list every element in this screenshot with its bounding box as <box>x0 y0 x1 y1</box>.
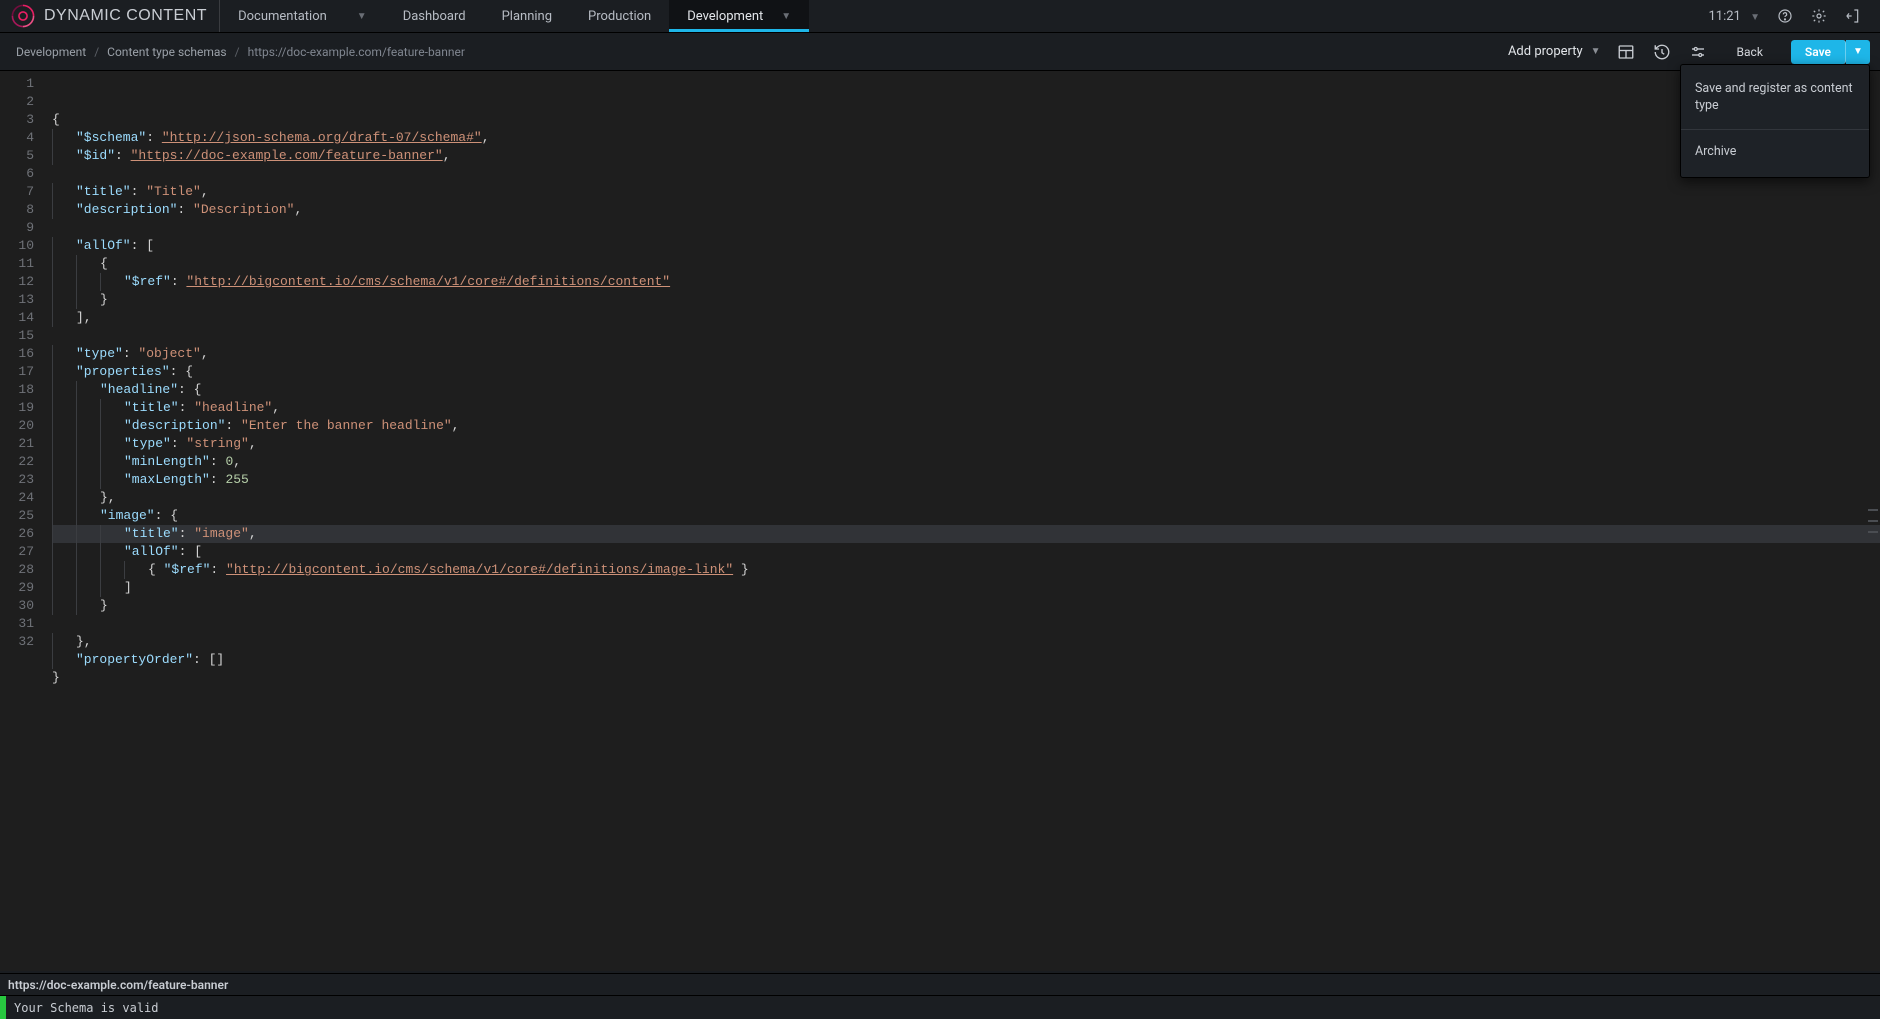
logout-icon[interactable] <box>1844 7 1862 25</box>
history-icon[interactable] <box>1651 41 1673 63</box>
save-dropdown-toggle[interactable]: ▼ <box>1846 40 1870 64</box>
panel-resize-handle[interactable] <box>1868 509 1878 533</box>
breadcrumb-development[interactable]: Development <box>16 45 86 59</box>
help-icon[interactable] <box>1776 7 1794 25</box>
status-message: Your Schema is valid <box>14 1001 159 1015</box>
back-button[interactable]: Back <box>1723 40 1777 64</box>
save-menu-register[interactable]: Save and register as content type <box>1681 71 1869 125</box>
breadcrumb: Development / Content type schemas / htt… <box>16 45 465 59</box>
code-editor[interactable]: 1234567891011121314151617181920212223242… <box>0 71 1880 971</box>
save-button[interactable]: Save <box>1791 40 1846 64</box>
breadcrumb-sep: / <box>94 45 99 59</box>
tab-dashboard[interactable]: Dashboard <box>385 0 484 32</box>
chevron-down-icon: ▼ <box>1591 46 1601 57</box>
tab-production[interactable]: Production <box>570 0 669 32</box>
settings-sliders-icon[interactable] <box>1687 41 1709 63</box>
add-property-dropdown[interactable]: Add property ▼ <box>1508 44 1601 59</box>
chevron-down-icon: ▼ <box>357 11 367 22</box>
add-property-label: Add property <box>1508 44 1583 59</box>
status-bar-validation: Your Schema is valid <box>0 995 1880 1019</box>
brand-name: DYNAMIC CONTENT <box>44 7 207 25</box>
save-menu-archive[interactable]: Archive <box>1681 134 1869 171</box>
menu-divider <box>1681 129 1869 130</box>
layout-panel-icon[interactable] <box>1615 41 1637 63</box>
breadcrumb-sep: / <box>235 45 240 59</box>
brand: DYNAMIC CONTENT <box>0 0 220 32</box>
brand-logo-icon <box>10 3 36 29</box>
save-dropdown-menu: Save and register as content type Archiv… <box>1680 64 1870 178</box>
code-content[interactable]: {"$schema": "http://json-schema.org/draf… <box>44 71 1880 971</box>
clock-time: 11:21 <box>1708 9 1740 24</box>
gear-icon[interactable] <box>1810 7 1828 25</box>
line-number-gutter: 1234567891011121314151617181920212223242… <box>0 71 44 971</box>
documentation-label: Documentation <box>238 9 327 24</box>
tab-development[interactable]: Development ▼ <box>669 0 809 32</box>
documentation-dropdown[interactable]: Documentation ▼ <box>220 0 385 32</box>
breadcrumb-content-type-schemas[interactable]: Content type schemas <box>107 45 226 59</box>
clock-dropdown[interactable]: 11:21 ▼ <box>1708 9 1760 24</box>
tab-planning[interactable]: Planning <box>484 0 570 32</box>
status-file-path: https://doc-example.com/feature-banner <box>8 978 228 992</box>
chevron-down-icon: ▼ <box>1853 46 1863 57</box>
chevron-down-icon: ▼ <box>781 11 791 22</box>
breadcrumb-current: https://doc-example.com/feature-banner <box>248 45 465 59</box>
status-bar-file: https://doc-example.com/feature-banner <box>0 973 1880 995</box>
status-ok-indicator <box>0 996 6 1019</box>
chevron-down-icon: ▼ <box>1750 12 1760 23</box>
main-tabs: Dashboard Planning Production Developmen… <box>385 0 810 32</box>
